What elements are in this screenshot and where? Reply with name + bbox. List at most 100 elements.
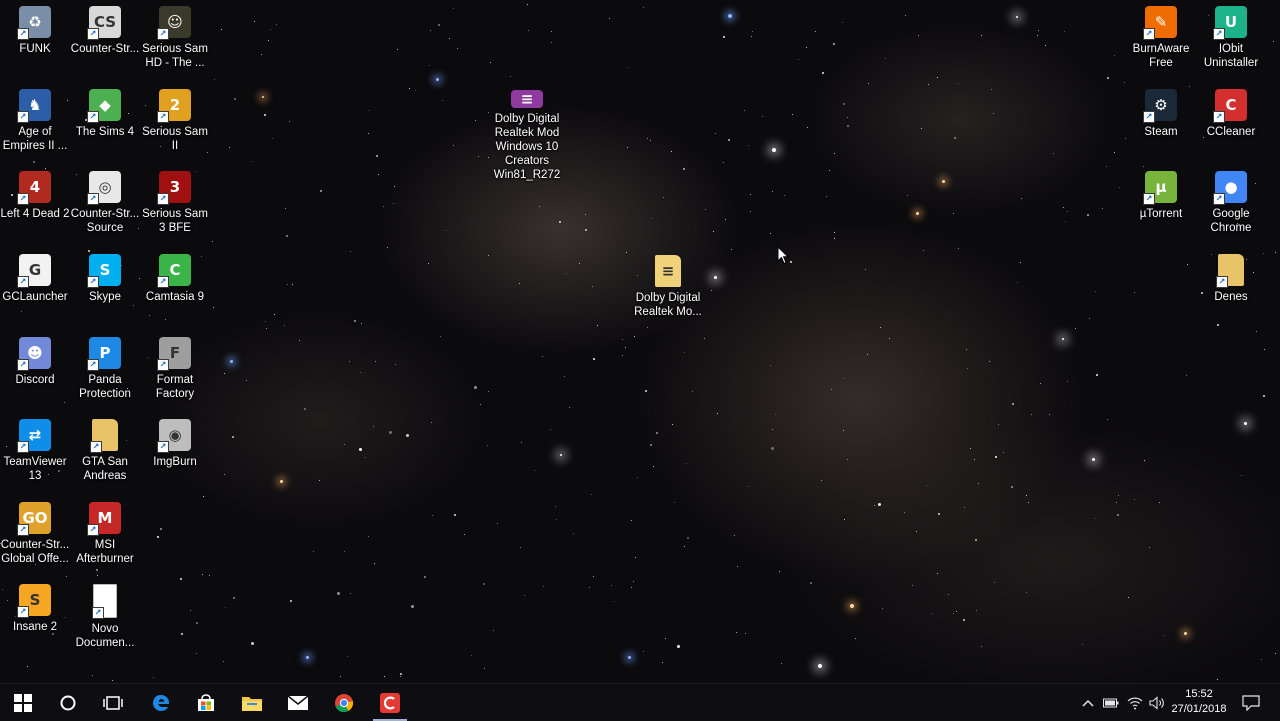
desktop-icon-label: Skype (89, 291, 121, 303)
taskbar-clock[interactable]: 15:52 27/01/2018 (1166, 687, 1232, 717)
store-icon (198, 693, 214, 711)
desktop-icon-label: GCLauncher (2, 291, 68, 303)
insane-2-icon: S ↗ (17, 584, 51, 618)
task-view-button[interactable] (90, 684, 136, 721)
task-view-icon (103, 695, 123, 710)
desktop-icon[interactable]: G ↗ GCLauncher (0, 252, 70, 332)
desktop-icon-label: Dolby Digital Realtek Mod Windows 10 Cre… (493, 113, 561, 181)
desktop-icon-label: Counter-Str... (70, 43, 140, 55)
cortana-circle-icon (60, 695, 76, 710)
desktop: ♻ ↗ FUNK CS ↗ Counter-Str... ☺ ↗ Serious Sam HD … (0, 0, 1280, 683)
shortcut-arrow-icon: ↗ (90, 441, 102, 453)
desktop-icon-label: BurnAware Free (1132, 43, 1190, 69)
tray-show-hidden-icons[interactable] (1078, 684, 1098, 721)
taskbar-file-explorer[interactable] (229, 684, 275, 721)
shortcut-arrow-icon: ↗ (1143, 28, 1155, 40)
imgburn-icon: ◉ ↗ (157, 419, 191, 453)
shortcut-arrow-icon: ↗ (17, 193, 29, 205)
desktop-icon[interactable]: P ↗ Panda Protection (70, 335, 140, 415)
desktop-icon[interactable]: ↗ GTA San Andreas (70, 417, 140, 497)
desktop-icon[interactable]: ☺ ↗ Serious Sam HD - The ... (140, 4, 210, 84)
tray-wifi[interactable] (1124, 684, 1146, 721)
desktop-icon-label: IObit Uninstaller (1203, 43, 1259, 69)
burnaware-icon: ✎ ↗ (1143, 6, 1177, 40)
desktop-icon[interactable]: ◉ ↗ ImgBurn (140, 417, 210, 497)
shortcut-arrow-icon: ↗ (87, 111, 99, 123)
desktop-icon[interactable]: ⚙ ↗ Steam (1126, 87, 1196, 167)
cortana-button[interactable] (45, 684, 91, 721)
utorrent-icon: µ ↗ (1143, 171, 1177, 205)
shortcut-arrow-icon: ↗ (157, 359, 169, 371)
desktop-icon[interactable]: U ↗ IObit Uninstaller (1196, 4, 1266, 84)
desktop-icon[interactable]: ↗ Denes (1196, 252, 1266, 332)
desktop-icon[interactable]: ♻ ↗ FUNK (0, 4, 70, 84)
desktop-icon[interactable]: C ↗ CCleaner (1196, 87, 1266, 167)
desktop-icon[interactable]: µ ↗ µTorrent (1126, 169, 1196, 249)
recycle-bin-icon: ♻ ↗ (17, 6, 51, 40)
desktop-icon[interactable]: ◆ ↗ The Sims 4 (70, 87, 140, 167)
desktop-icon[interactable]: F ↗ Format Factory (140, 335, 210, 415)
desktop-icon-label: Novo Documen... (75, 623, 135, 649)
desktop-icon[interactable]: 2 ↗ Serious Sam II (140, 87, 210, 167)
panda-icon: P ↗ (87, 337, 121, 371)
skype-icon: S ↗ (87, 254, 121, 288)
desktop-icon-label: µTorrent (1139, 208, 1183, 220)
taskbar-chrome[interactable] (321, 684, 367, 721)
mail-icon (287, 694, 309, 710)
camtasia-icon: C ↗ (157, 254, 191, 288)
desktop-icon[interactable]: GO ↗ Counter-Str... Global Offe... (0, 500, 70, 580)
desktop-icon-label: TeamViewer 13 (3, 456, 67, 482)
desktop-icon[interactable]: ☻ ↗ Discord (0, 335, 70, 415)
desktop-icon[interactable]: S ↗ Insane 2 (0, 582, 70, 662)
desktop-icon[interactable]: ◎ ↗ Counter-Str... Source (70, 169, 140, 249)
shortcut-arrow-icon: ↗ (1213, 111, 1225, 123)
desktop-icon-label: Format Factory (155, 374, 195, 400)
desktop-icon[interactable]: ≡ Dolby Digital Realtek Mod Windows 10 Cr… (492, 88, 562, 181)
desktop-icon-label: Counter-Str... Global Offe... (0, 539, 70, 565)
folder-icon: ↗ (90, 419, 118, 453)
desktop-icon-label: Google Chrome (1210, 208, 1252, 234)
start-button[interactable] (0, 684, 46, 721)
left-4-dead-2-icon: 4 ↗ (17, 171, 51, 205)
desktop-icon[interactable]: ✎ ↗ BurnAware Free (1126, 4, 1196, 84)
winrar-archive-icon: ≡ (511, 90, 543, 108)
shortcut-arrow-icon: ↗ (87, 28, 99, 40)
shortcut-arrow-icon: ↗ (1143, 193, 1155, 205)
desktop-icon[interactable]: CS ↗ Counter-Str... (70, 4, 140, 84)
desktop-icon[interactable]: ● ↗ Google Chrome (1196, 169, 1266, 249)
desktop-icon[interactable]: ≡ Dolby Digital Realtek Mo... (633, 253, 703, 333)
taskbar-mail[interactable] (275, 684, 321, 721)
age-of-empires-icon: ♞ ↗ (17, 89, 51, 123)
serious-sam-2-icon: 2 ↗ (157, 89, 191, 123)
desktop-icon[interactable]: ⇄ ↗ TeamViewer 13 (0, 417, 70, 497)
shortcut-arrow-icon: ↗ (87, 193, 99, 205)
action-center-button[interactable] (1238, 684, 1264, 721)
shortcut-arrow-icon: ↗ (1213, 28, 1225, 40)
wifi-icon (1127, 697, 1143, 709)
desktop-icon[interactable]: C ↗ Camtasia 9 (140, 252, 210, 332)
taskbar-camtasia-recorder[interactable] (367, 684, 413, 721)
shortcut-arrow-icon: ↗ (1143, 111, 1155, 123)
volume-icon (1149, 695, 1164, 710)
taskbar-edge[interactable] (138, 684, 184, 721)
desktop-icon-label: Camtasia 9 (145, 291, 205, 303)
folder-icon: ↗ (1216, 254, 1244, 288)
tray-battery[interactable] (1100, 684, 1122, 721)
desktop-icon[interactable]: M ↗ MSI Afterburner (70, 500, 140, 580)
desktop-icon-label: Denes (1214, 291, 1248, 303)
taskbar-store[interactable] (183, 684, 229, 721)
msi-afterburner-icon: M ↗ (87, 502, 121, 536)
shortcut-arrow-icon: ↗ (92, 607, 104, 619)
desktop-icon[interactable]: S ↗ Skype (70, 252, 140, 332)
tray-volume[interactable] (1146, 684, 1168, 721)
desktop-icon[interactable]: ↗ Novo Documen... (70, 582, 140, 662)
sims-4-icon: ◆ ↗ (87, 89, 121, 123)
shortcut-arrow-icon: ↗ (17, 441, 29, 453)
desktop-icon[interactable]: ♞ ↗ Age of Empires II ... (0, 87, 70, 167)
file-explorer-icon (242, 696, 262, 711)
desktop-icon-label: The Sims 4 (75, 126, 135, 138)
desktop-icon[interactable]: 4 ↗ Left 4 Dead 2 (0, 169, 70, 249)
desktop-icon[interactable]: 3 ↗ Serious Sam 3 BFE (140, 169, 210, 249)
desktop-icon-label: Steam (1144, 126, 1178, 138)
edge-icon (153, 694, 170, 711)
